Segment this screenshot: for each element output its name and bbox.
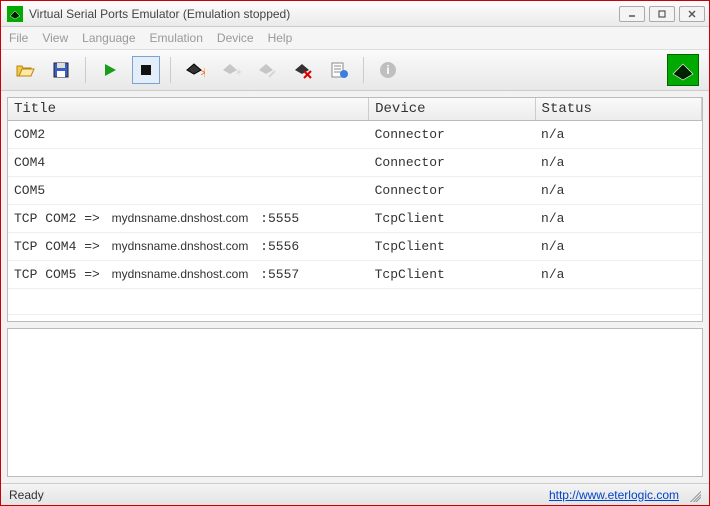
start-button[interactable]: [96, 56, 124, 84]
cell-device: Connector: [369, 177, 535, 205]
col-title[interactable]: Title: [8, 98, 369, 121]
resize-grip[interactable]: [687, 488, 701, 502]
device-disabled-1: ＊: [217, 56, 245, 84]
stop-button[interactable]: [132, 56, 160, 84]
cell-status: n/a: [535, 261, 701, 289]
svg-text:＊: ＊: [234, 68, 241, 79]
maximize-button[interactable]: [649, 6, 675, 22]
cell-status: n/a: [535, 205, 701, 233]
cell-device: Connector: [369, 121, 535, 149]
content-area: Title Device Status COM2Connectorn/aCOM4…: [1, 91, 709, 483]
table-row[interactable]: TCP COM4 => mydnsname.dnshost.com :5556T…: [8, 233, 702, 261]
menu-emulation[interactable]: Emulation: [150, 31, 203, 45]
cell-device: TcpClient: [369, 205, 535, 233]
logo-icon: [667, 54, 699, 86]
menu-view[interactable]: View: [42, 31, 68, 45]
table-row-empty: [8, 289, 702, 315]
close-button[interactable]: [679, 6, 705, 22]
window-title: Virtual Serial Ports Emulator (Emulation…: [29, 7, 290, 21]
cell-title: TCP COM4 => mydnsname.dnshost.com :5556: [8, 233, 369, 261]
menu-help[interactable]: Help: [268, 31, 293, 45]
cell-status: n/a: [535, 121, 701, 149]
cell-title: TCP COM2 => mydnsname.dnshost.com :5555: [8, 205, 369, 233]
status-text: Ready: [9, 488, 44, 502]
website-link[interactable]: http://www.eterlogic.com: [549, 488, 679, 502]
device-disabled-2: [253, 56, 281, 84]
app-window: Virtual Serial Ports Emulator (Emulation…: [0, 0, 710, 506]
titlebar: Virtual Serial Ports Emulator (Emulation…: [1, 1, 709, 27]
cell-device: TcpClient: [369, 261, 535, 289]
properties-button[interactable]: [325, 56, 353, 84]
minimize-button[interactable]: [619, 6, 645, 22]
cell-title: TCP COM5 => mydnsname.dnshost.com :5557: [8, 261, 369, 289]
save-button[interactable]: [47, 56, 75, 84]
menu-language[interactable]: Language: [82, 31, 135, 45]
new-device-button[interactable]: ＊: [181, 56, 209, 84]
table-row[interactable]: TCP COM5 => mydnsname.dnshost.com :5557T…: [8, 261, 702, 289]
toolbar: ＊ ＊ i: [1, 49, 709, 91]
device-table[interactable]: Title Device Status COM2Connectorn/aCOM4…: [7, 97, 703, 322]
table-header-row: Title Device Status: [8, 98, 702, 121]
delete-device-button[interactable]: [289, 56, 317, 84]
svg-text:i: i: [386, 63, 389, 77]
menubar: File View Language Emulation Device Help: [1, 27, 709, 49]
table-row[interactable]: COM2Connectorn/a: [8, 121, 702, 149]
statusbar: Ready http://www.eterlogic.com: [1, 483, 709, 505]
open-button[interactable]: [11, 56, 39, 84]
cell-status: n/a: [535, 177, 701, 205]
cell-device: Connector: [369, 149, 535, 177]
col-device[interactable]: Device: [369, 98, 535, 121]
app-icon: [7, 6, 23, 22]
cell-title: COM2: [8, 121, 369, 149]
cell-device: TcpClient: [369, 233, 535, 261]
menu-file[interactable]: File: [9, 31, 28, 45]
cell-title: COM4: [8, 149, 369, 177]
cell-status: n/a: [535, 149, 701, 177]
col-status[interactable]: Status: [535, 98, 701, 121]
table-row[interactable]: COM5Connectorn/a: [8, 177, 702, 205]
log-pane[interactable]: [7, 328, 703, 477]
svg-text:＊: ＊: [199, 66, 205, 80]
table-row[interactable]: TCP COM2 => mydnsname.dnshost.com :5555T…: [8, 205, 702, 233]
info-button[interactable]: i: [374, 56, 402, 84]
menu-device[interactable]: Device: [217, 31, 254, 45]
cell-status: n/a: [535, 233, 701, 261]
table-row[interactable]: COM4Connectorn/a: [8, 149, 702, 177]
cell-title: COM5: [8, 177, 369, 205]
table-row-empty: [8, 315, 702, 323]
